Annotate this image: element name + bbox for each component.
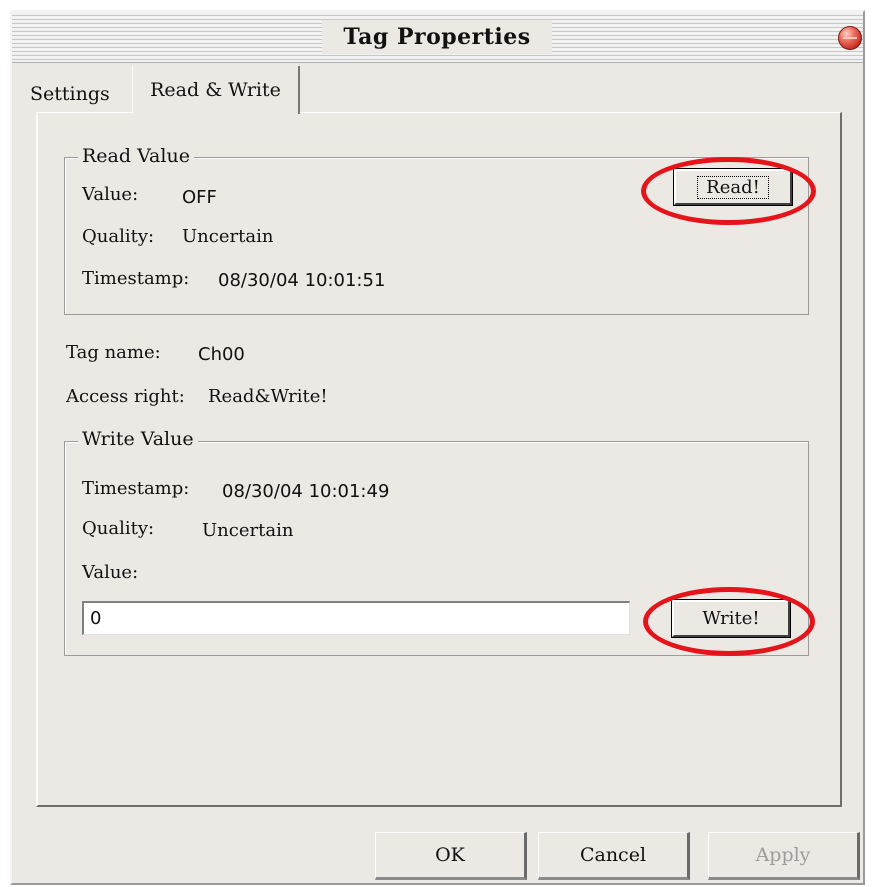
write-value-input[interactable] — [82, 601, 630, 635]
read-timestamp-value: 08/30/04 10:01:51 — [218, 270, 386, 291]
title-plate: Tag Properties — [322, 20, 552, 54]
tag-name-label: Tag name: — [66, 342, 161, 363]
tag-name-value: Ch00 — [198, 344, 245, 365]
write-value-legend: Write Value — [78, 428, 198, 450]
title-bar[interactable]: Tag Properties — [12, 12, 863, 63]
write-timestamp-value: 08/30/04 10:01:49 — [222, 481, 390, 502]
dialog-title: Tag Properties — [343, 24, 531, 50]
read-value-label: Value: — [82, 184, 139, 205]
apply-button[interactable]: Apply — [708, 832, 860, 880]
read-value-text: OFF — [182, 187, 217, 208]
ok-button[interactable]: OK — [375, 832, 527, 880]
read-value-legend: Read Value — [78, 145, 194, 167]
cancel-button[interactable]: Cancel — [538, 832, 690, 880]
write-timestamp-label: Timestamp: — [82, 478, 190, 499]
read-button-label: Read! — [697, 175, 769, 199]
access-right-label: Access right: — [66, 386, 185, 407]
tab-read-write[interactable]: Read & Write — [132, 66, 300, 114]
read-quality-label: Quality: — [82, 226, 155, 247]
read-quality-value: Uncertain — [182, 226, 274, 247]
write-quality-label: Quality: — [82, 518, 155, 539]
close-icon[interactable] — [838, 26, 862, 50]
read-timestamp-label: Timestamp: — [82, 268, 190, 289]
access-right-value: Read&Write! — [208, 386, 328, 407]
write-button[interactable]: Write! — [671, 599, 791, 638]
write-value-label: Value: — [82, 562, 139, 583]
tab-settings[interactable]: Settings — [30, 78, 110, 110]
read-button[interactable]: Read! — [673, 168, 793, 206]
write-quality-value: Uncertain — [202, 520, 294, 541]
